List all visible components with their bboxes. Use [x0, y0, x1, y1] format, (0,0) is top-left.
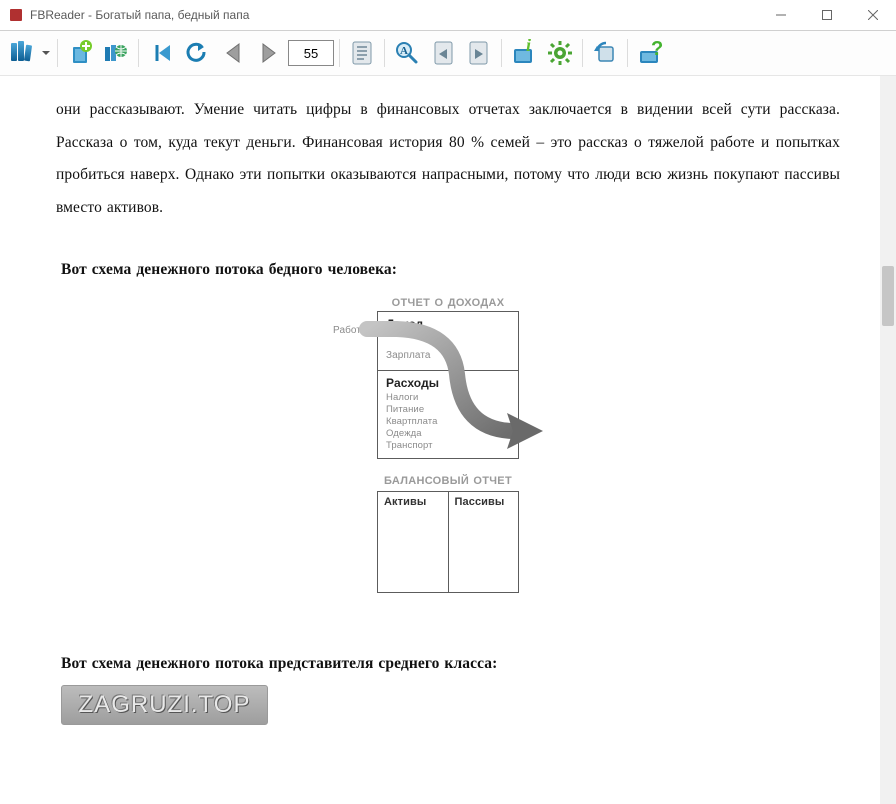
- contents-button[interactable]: [345, 36, 379, 70]
- rotate-button[interactable]: [588, 36, 622, 70]
- svg-text:A: A: [400, 45, 408, 57]
- scrollbar-thumb[interactable]: [882, 266, 894, 326]
- assets-cell: Активы: [378, 492, 449, 592]
- undo-button[interactable]: [180, 36, 214, 70]
- vertical-scrollbar[interactable]: [880, 76, 896, 804]
- expense-items: Налоги Питание Квартплата Одежда Транспо…: [386, 392, 510, 451]
- work-label: Работа: [333, 325, 367, 337]
- liabilities-cell: Пассивы: [449, 492, 519, 592]
- income-statement-title: ОТЧЕТ О ДОХОДАХ: [392, 297, 505, 310]
- cashflow-diagram: ОТЧЕТ О ДОХОДАХ Работа Доход Зарплата Ра…: [56, 297, 840, 594]
- body-paragraph: они рассказывают. Умение читать цифры в …: [56, 94, 840, 224]
- watermark: ZAGRUZI.TOP: [61, 685, 268, 725]
- title-bar: FBReader - Богатый папа, бедный папа: [0, 0, 896, 31]
- expense-header: Расходы: [386, 377, 510, 391]
- separator: [339, 39, 340, 67]
- toolbar: A i ?: [0, 31, 896, 76]
- diagram-heading-2: Вот схема денежного потока представителя…: [61, 648, 840, 681]
- separator: [501, 39, 502, 67]
- minimize-button[interactable]: [758, 0, 804, 30]
- find-prev-button[interactable]: [426, 36, 460, 70]
- income-sub: Зарплата: [386, 350, 510, 362]
- separator: [57, 39, 58, 67]
- maximize-button[interactable]: [804, 0, 850, 30]
- close-button[interactable]: [850, 0, 896, 30]
- page-number-input[interactable]: [288, 40, 334, 66]
- income-statement-box: Доход Зарплата Расходы Налоги Питание Кв…: [377, 311, 519, 458]
- page-content: они рассказывают. Умение читать цифры в …: [0, 76, 896, 745]
- svg-text:i: i: [526, 39, 531, 55]
- library-button[interactable]: [6, 36, 40, 70]
- diagram-heading-1: Вот схема денежного потока бедного челов…: [61, 254, 840, 287]
- help-button[interactable]: ?: [633, 36, 667, 70]
- add-book-button[interactable]: [63, 36, 97, 70]
- app-icon: [8, 7, 24, 23]
- next-page-button[interactable]: [252, 36, 286, 70]
- balance-sheet-title: БАЛАНСОВЫЙ ОТЧЕТ: [384, 475, 512, 488]
- settings-button[interactable]: [543, 36, 577, 70]
- svg-text:?: ?: [651, 39, 663, 60]
- find-next-button[interactable]: [462, 36, 496, 70]
- window-title: FBReader - Богатый папа, бедный папа: [30, 8, 249, 22]
- separator: [384, 39, 385, 67]
- network-library-button[interactable]: [99, 36, 133, 70]
- balance-sheet-box: Активы Пассивы: [377, 491, 519, 593]
- prev-page-button[interactable]: [216, 36, 250, 70]
- separator: [138, 39, 139, 67]
- first-page-button[interactable]: [144, 36, 178, 70]
- separator: [627, 39, 628, 67]
- library-dropdown-caret[interactable]: [40, 49, 52, 57]
- separator: [582, 39, 583, 67]
- income-header: Доход: [386, 318, 510, 332]
- search-button[interactable]: A: [390, 36, 424, 70]
- book-info-button[interactable]: i: [507, 36, 541, 70]
- viewport: они рассказывают. Умение читать цифры в …: [0, 76, 896, 804]
